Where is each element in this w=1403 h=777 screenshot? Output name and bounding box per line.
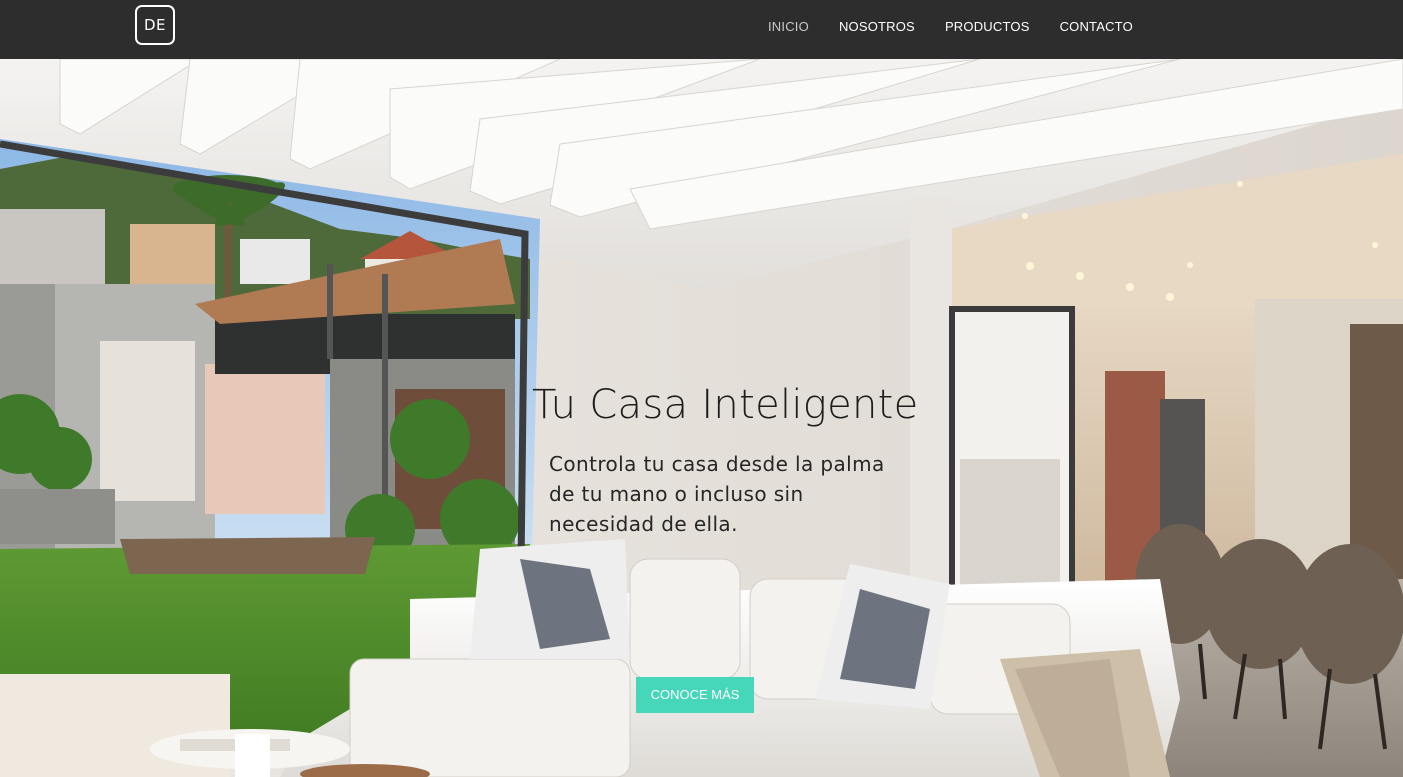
site-header: DE INICIO NOSOTROS PRODUCTOS CONTACTO (0, 0, 1403, 59)
page: DE INICIO NOSOTROS PRODUCTOS CONTACTO Tu… (0, 0, 1403, 777)
site-logo[interactable]: DE (135, 5, 175, 45)
main-nav: INICIO NOSOTROS PRODUCTOS CONTACTO (753, 0, 1148, 52)
conoce-mas-button[interactable]: CONOCE MÁS (636, 677, 754, 713)
nav-item-productos[interactable]: PRODUCTOS (930, 19, 1045, 34)
hero-title: Tu Casa Inteligente (532, 382, 919, 428)
nav-item-nosotros[interactable]: NOSOTROS (824, 19, 930, 34)
nav-item-contacto[interactable]: CONTACTO (1045, 19, 1148, 34)
hero-subtitle: Controla tu casa desde la palma de tu ma… (549, 452, 885, 536)
nav-item-inicio[interactable]: INICIO (753, 19, 824, 34)
